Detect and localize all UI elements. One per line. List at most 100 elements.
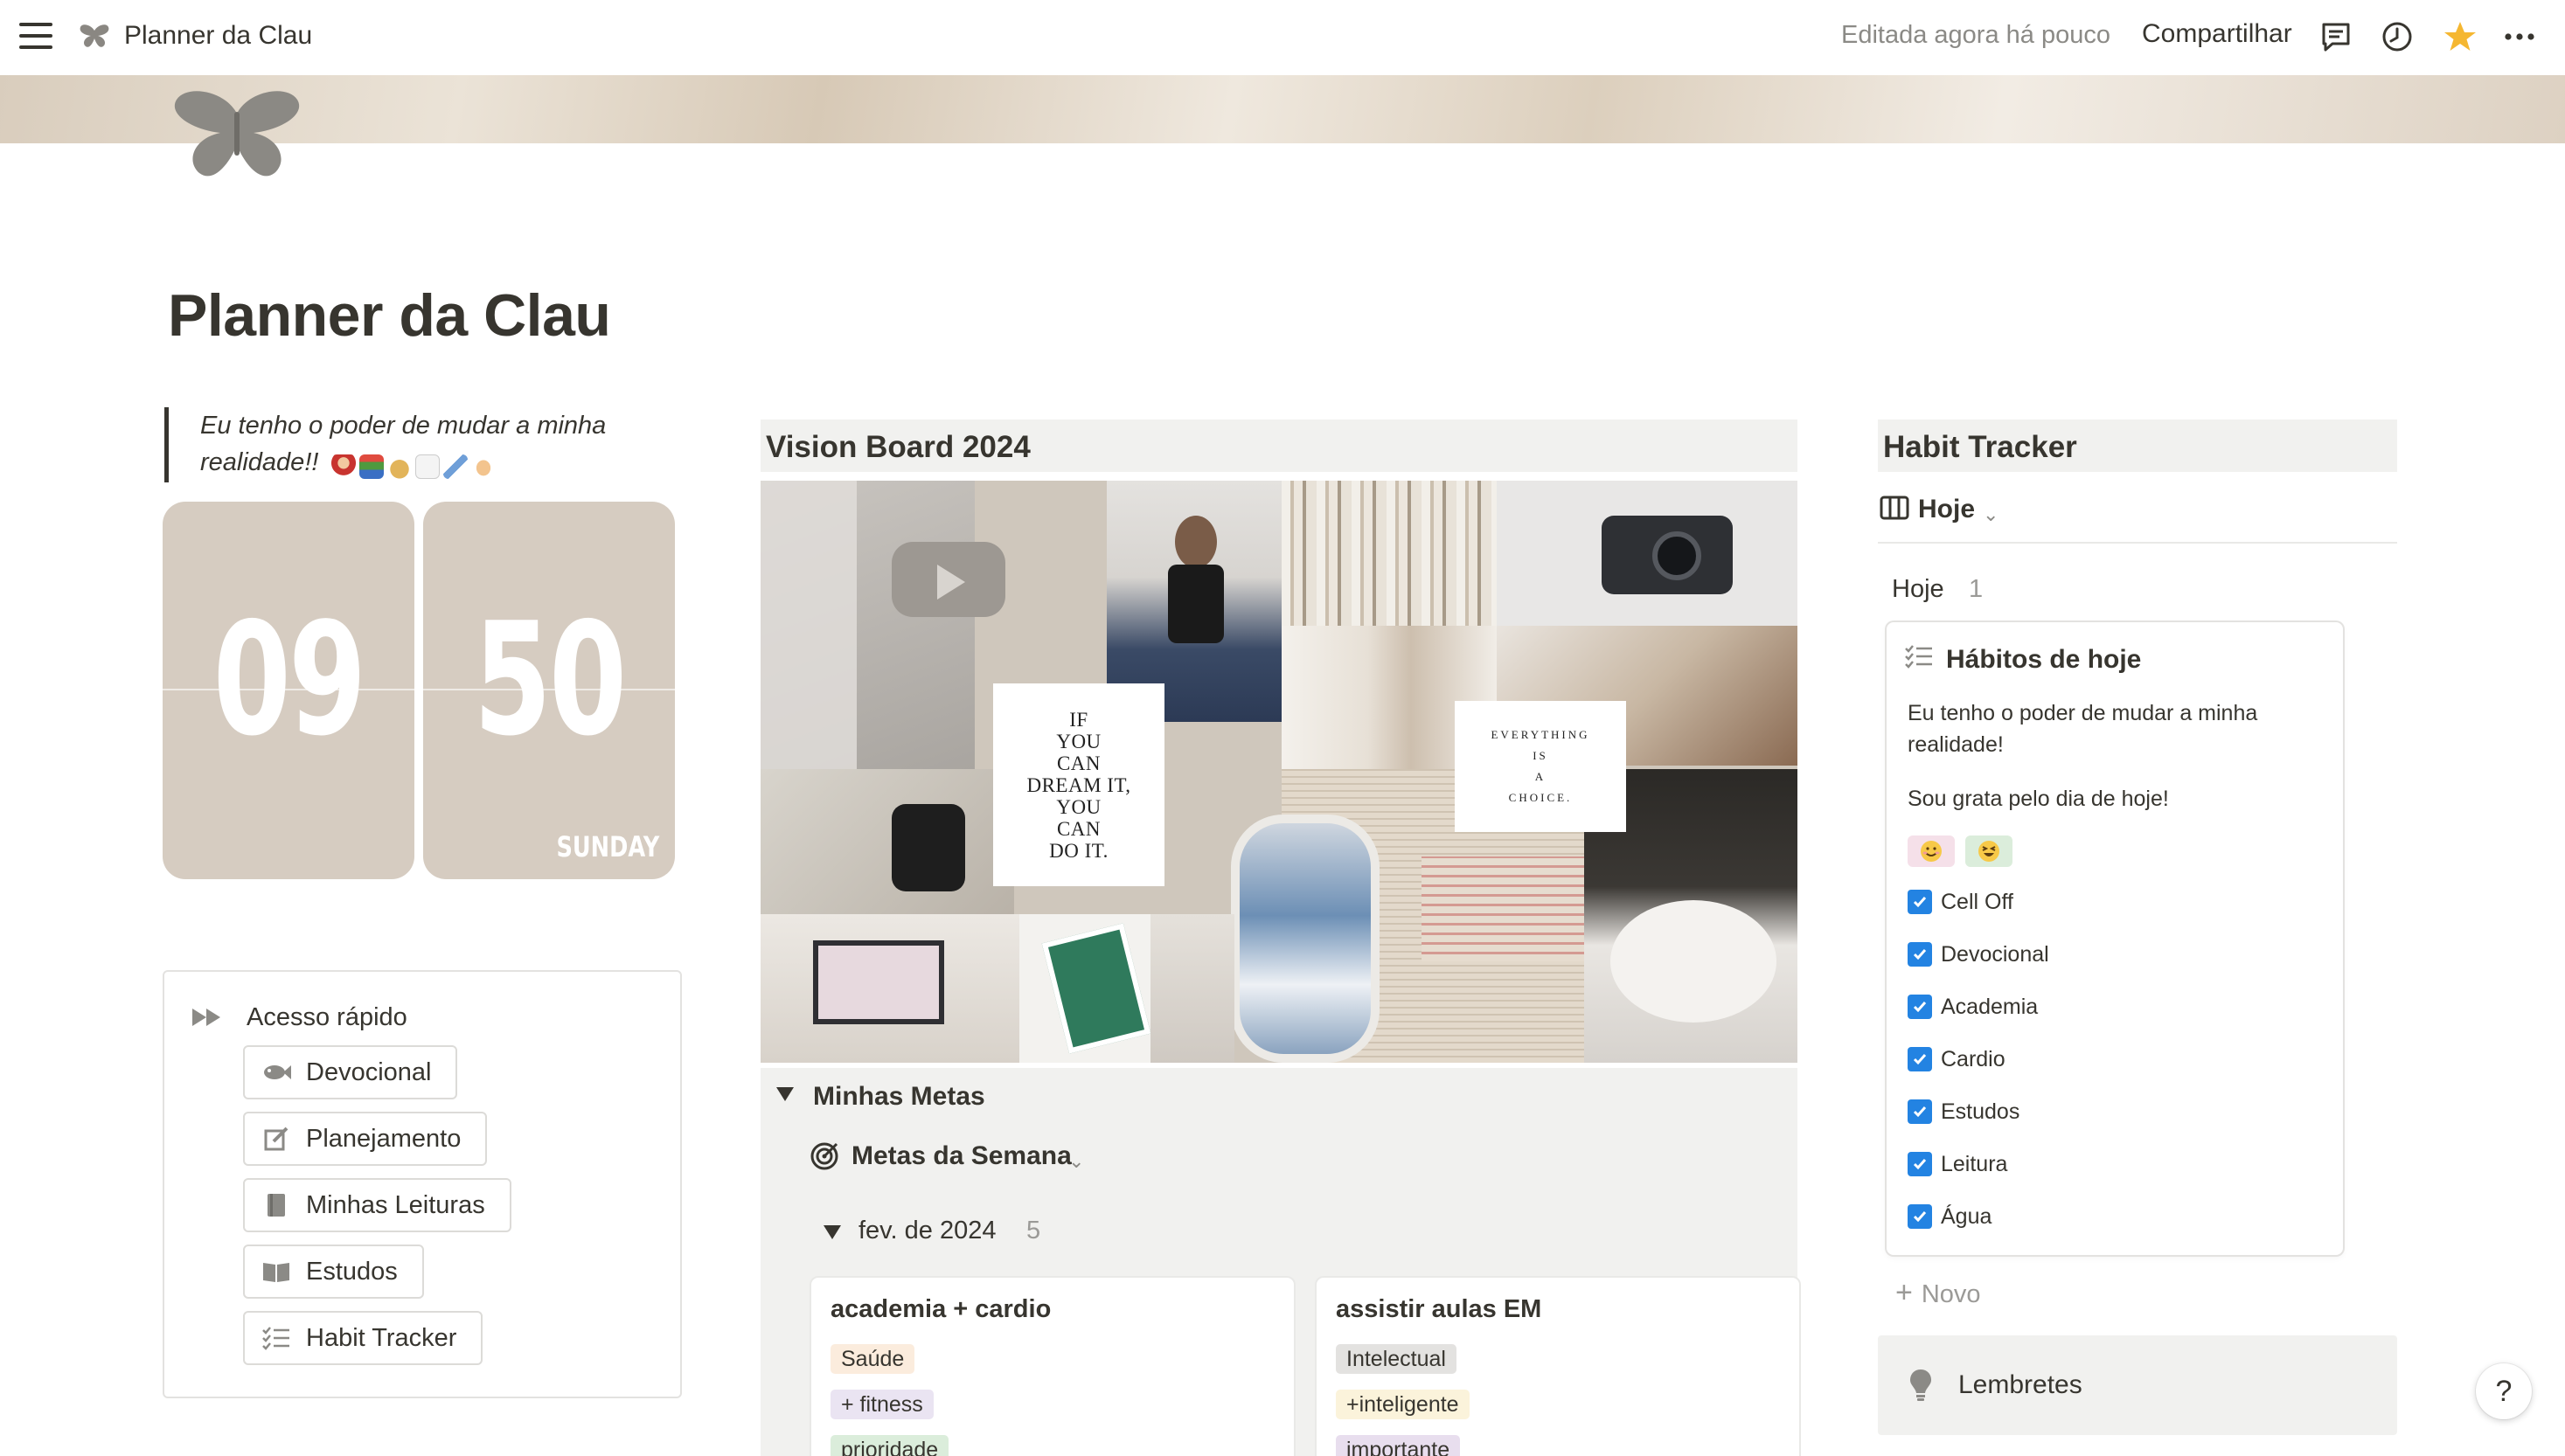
fish-icon: [261, 1059, 292, 1085]
goal-card[interactable]: assistir aulas EM Intelectual +inteligen…: [1317, 1278, 1799, 1456]
quick-link-label: Minhas Leituras: [306, 1190, 485, 1219]
menu-icon[interactable]: [19, 23, 52, 51]
habit-label: Estudos: [1941, 1099, 2020, 1124]
goal-card[interactable]: academia + cardio Saúde + fitness priori…: [811, 1278, 1294, 1456]
tag-intelectual: Intelectual: [1336, 1344, 1456, 1374]
help-button[interactable]: ?: [2476, 1363, 2532, 1419]
habit-checkbox-row[interactable]: Devocional: [1908, 937, 2049, 972]
habit-checkbox-row[interactable]: Cell Off: [1908, 884, 2013, 919]
checkbox[interactable]: [1908, 1152, 1932, 1176]
books-emoji: [358, 454, 384, 479]
quick-access-title: Acesso rápido: [247, 1003, 407, 1031]
habit-checkbox-row[interactable]: Academia: [1908, 989, 2038, 1024]
emoji-row: [330, 454, 496, 479]
gratitude-text: Sou grata pelo dia de hoje!: [1908, 787, 2169, 811]
group-label[interactable]: fev. de 2024: [858, 1217, 996, 1245]
comment-icon[interactable]: [2318, 19, 2353, 54]
choice-line: A: [1534, 770, 1547, 783]
goals-toggle-block: Minhas Metas Metas da Semana ⌄ fev. de 2…: [761, 1068, 1799, 1456]
dream-line: CAN: [1056, 752, 1102, 774]
checkbox[interactable]: [1908, 890, 1932, 914]
mood-emoji-smiling: [1908, 835, 1955, 867]
new-item-button[interactable]: + Novo: [1895, 1276, 1981, 1310]
new-item-label: Novo: [1921, 1280, 1981, 1308]
habit-tracker-title[interactable]: Habit Tracker: [1883, 430, 2077, 465]
checkbox[interactable]: [1908, 1204, 1932, 1229]
goal-card-title: assistir aulas EM: [1336, 1295, 1542, 1323]
weightlifter-emoji: [330, 454, 356, 479]
quick-link-planejamento[interactable]: Planejamento: [243, 1112, 488, 1166]
checkbox[interactable]: [1908, 1047, 1932, 1071]
quick-link-habit-tracker[interactable]: Habit Tracker: [243, 1311, 483, 1365]
clock-hours-card: 09: [163, 502, 414, 879]
praying-hands-emoji: [470, 454, 496, 479]
collage-laptop: [761, 914, 1019, 1063]
goals-view-selector[interactable]: Metas da Semana: [852, 1141, 1072, 1171]
checkbox[interactable]: [1908, 995, 1932, 1019]
dream-line: CAN: [1056, 817, 1102, 840]
group-toggle-icon[interactable]: [824, 1225, 841, 1239]
habit-label: Academia: [1941, 994, 2039, 1019]
quick-link-minhas-leituras[interactable]: Minhas Leituras: [243, 1178, 511, 1232]
top-bar: Planner da Clau Editada agora há pouco C…: [0, 0, 2565, 75]
airplane-emoji: [442, 454, 468, 479]
tag-saude: Saúde: [831, 1344, 915, 1374]
checklist-icon: [261, 1325, 292, 1351]
choice-line: IS: [1533, 749, 1548, 762]
habit-label: Leitura: [1941, 1151, 2008, 1176]
book-icon: [261, 1192, 292, 1218]
quick-link-label: Devocional: [306, 1057, 432, 1086]
tag-importante: importante: [1336, 1435, 1461, 1456]
plus-icon: +: [1895, 1276, 1913, 1309]
quick-link-label: Habit Tracker: [306, 1323, 457, 1352]
affirmation-text: Eu tenho o poder de mudar a minha realid…: [1908, 701, 2258, 757]
collage-line-art: [761, 481, 857, 769]
choice-quote-card: EVERYTHING IS A CHOICE.: [1455, 701, 1626, 832]
habit-checkbox-row[interactable]: Água: [1908, 1199, 1992, 1234]
clock-minutes: 50: [473, 589, 627, 770]
star-icon[interactable]: [2443, 19, 2478, 54]
tag-inteligente: +inteligente: [1336, 1390, 1470, 1419]
quote-block[interactable]: Eu tenho o poder de mudar a minha realid…: [164, 407, 654, 482]
dream-line: YOU: [1056, 795, 1102, 818]
goals-toggle-title[interactable]: Minhas Metas: [813, 1082, 985, 1112]
reminders-callout[interactable]: Lembretes: [1878, 1335, 2397, 1435]
habit-label: Cardio: [1941, 1046, 2005, 1071]
habit-checkbox-row[interactable]: Leitura: [1908, 1147, 2007, 1182]
checkbox[interactable]: [1908, 942, 1932, 967]
target-icon: [810, 1142, 838, 1170]
collage-camera: [1497, 481, 1797, 626]
collage-smartwatch: [761, 769, 1014, 914]
butterfly-icon[interactable]: [171, 87, 302, 185]
habit-group-label[interactable]: Hoje: [1892, 575, 1944, 604]
collage-green-book: [1019, 914, 1151, 1063]
more-icon[interactable]: [2502, 19, 2537, 54]
habit-view-selector[interactable]: Hoje: [1918, 495, 1975, 524]
toggle-triangle-icon[interactable]: [776, 1087, 794, 1101]
cover-image[interactable]: [0, 75, 2565, 143]
butterfly-icon: [80, 24, 109, 47]
share-button[interactable]: Compartilhar: [2142, 19, 2292, 49]
habit-card[interactable]: Hábitos de hoje Eu tenho o poder de muda…: [1887, 622, 2343, 1255]
history-icon[interactable]: [2380, 19, 2415, 54]
page-title[interactable]: Planner da Clau: [168, 281, 611, 350]
collage-bookshelf: [1282, 481, 1497, 626]
habit-checkbox-row[interactable]: Estudos: [1908, 1094, 2019, 1129]
choice-line: CHOICE.: [1508, 791, 1573, 804]
chevron-down-icon[interactable]: ⌄: [1068, 1150, 1084, 1173]
tag-fitness: + fitness: [831, 1390, 934, 1419]
breadcrumb-title[interactable]: Planner da Clau: [124, 21, 312, 51]
vision-board-title[interactable]: Vision Board 2024: [766, 430, 1031, 465]
vision-board-collage[interactable]: IF YOU CAN DREAM IT, YOU CAN DO IT. EVER…: [761, 481, 1797, 1063]
dream-line: IF: [1069, 708, 1088, 731]
habit-group-count: 1: [1969, 575, 1984, 603]
reminders-label: Lembretes: [1958, 1370, 2082, 1399]
habit-label: Cell Off: [1941, 889, 2013, 914]
chevron-down-icon[interactable]: ⌄: [1983, 503, 1998, 526]
quick-access-callout: Acesso rápido Devocional Planejamento Mi…: [163, 970, 682, 1398]
habit-checkbox-row[interactable]: Cardio: [1908, 1042, 2005, 1077]
checkbox[interactable]: [1908, 1099, 1932, 1124]
quick-link-devocional[interactable]: Devocional: [243, 1045, 458, 1099]
dream-it-quote-card: IF YOU CAN DREAM IT, YOU CAN DO IT.: [993, 683, 1164, 886]
quick-link-estudos[interactable]: Estudos: [243, 1245, 424, 1299]
